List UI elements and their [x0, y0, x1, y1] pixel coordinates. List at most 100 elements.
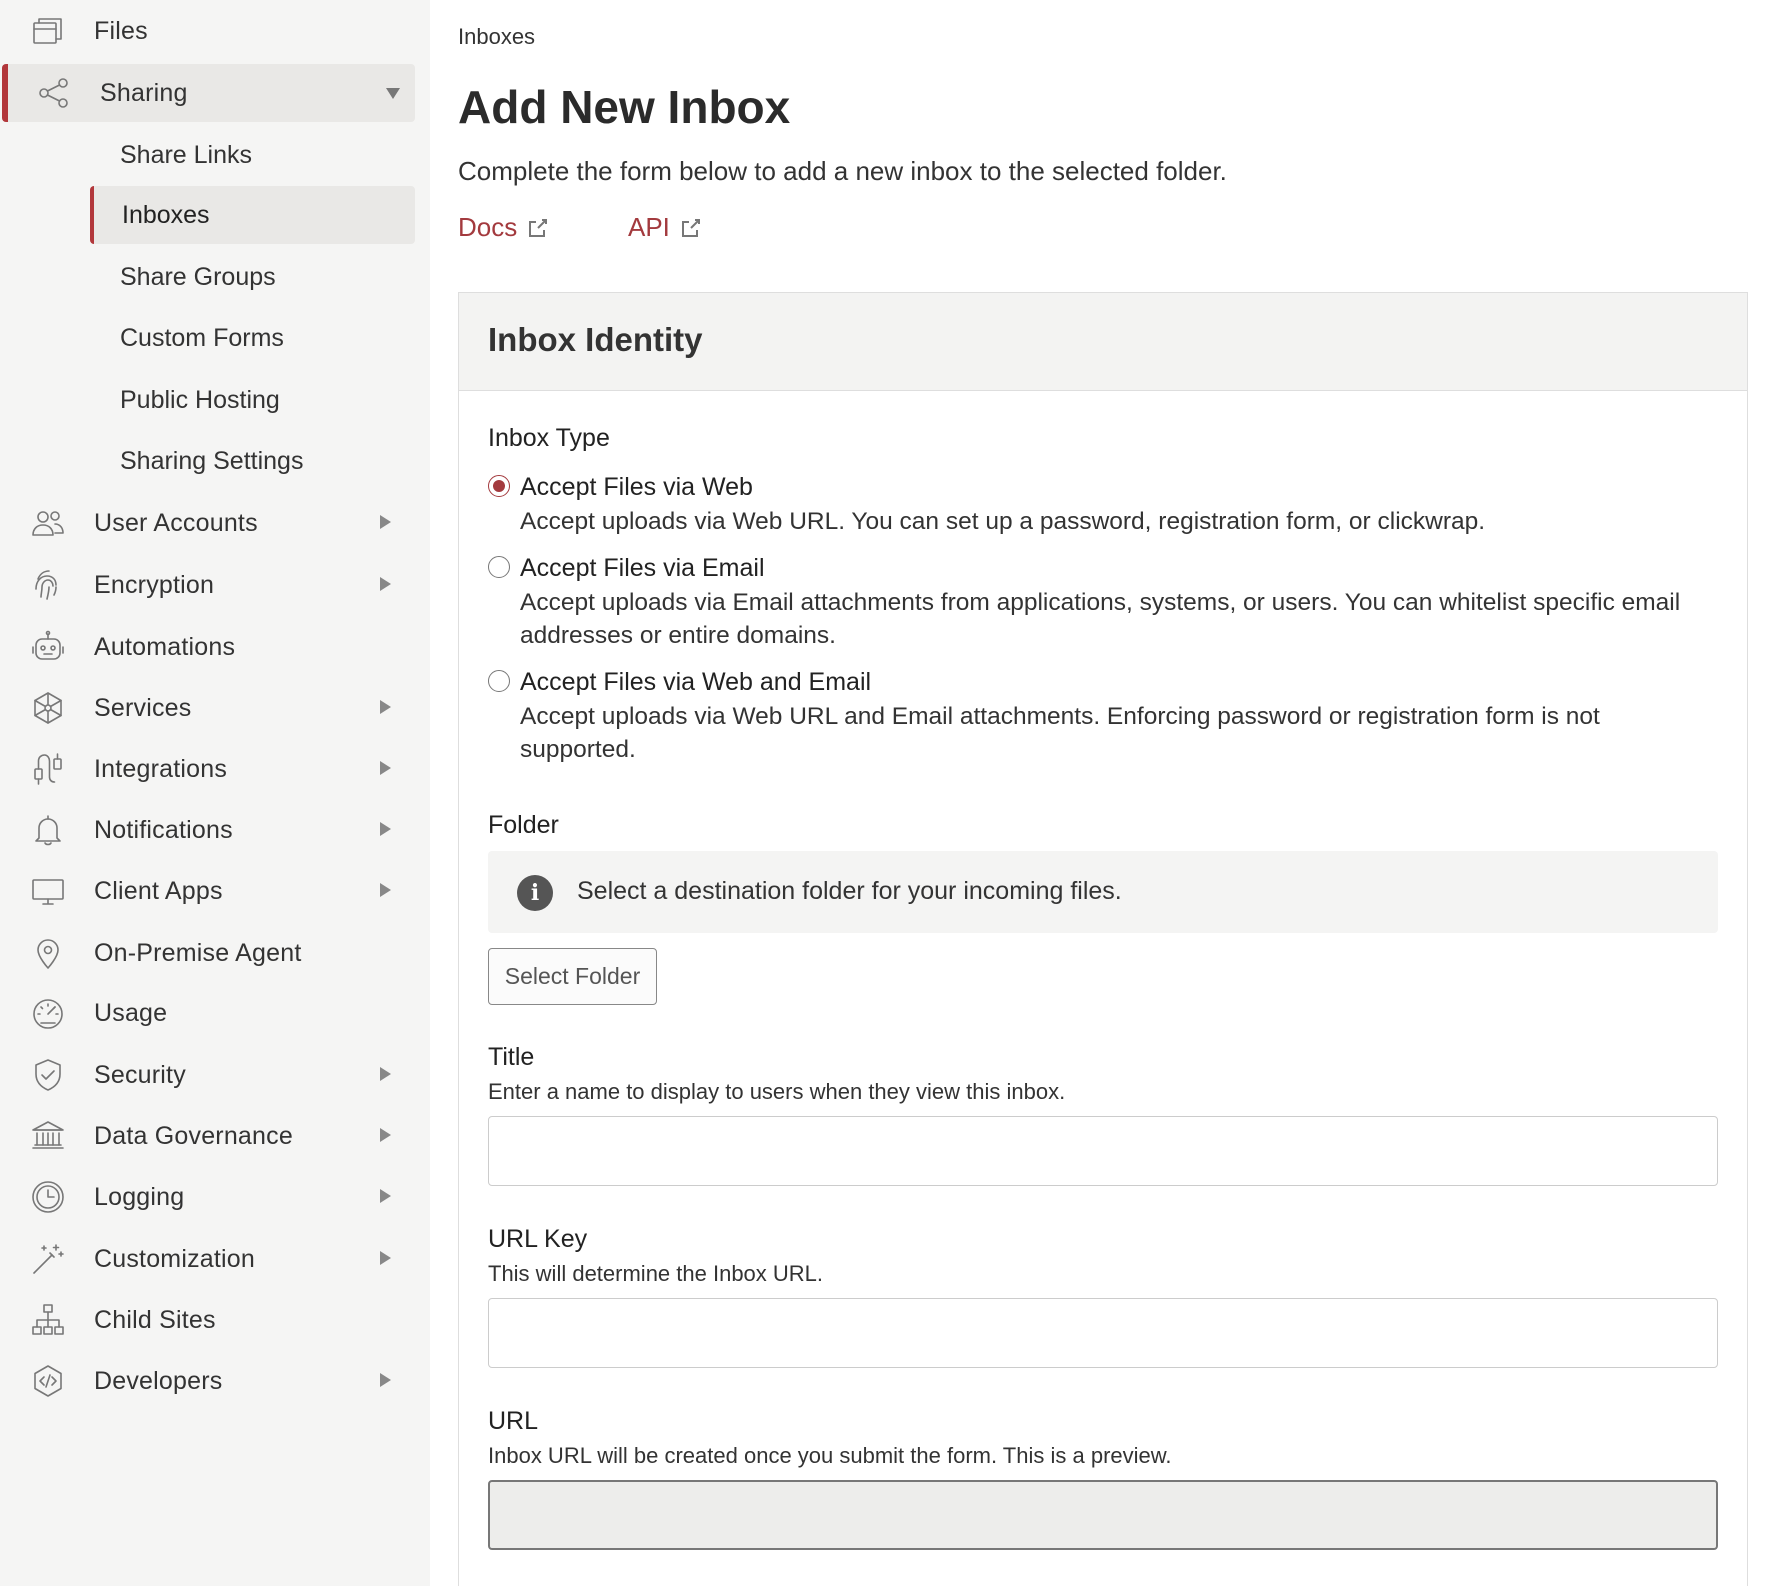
- network-icon: [28, 688, 68, 728]
- sidebar-item-label: Sharing: [100, 78, 188, 107]
- folder-info-text: Select a destination folder for your inc…: [577, 877, 1122, 905]
- chevron-right-icon: [380, 761, 391, 775]
- sidebar-subitem-custom-forms[interactable]: Custom Forms: [90, 309, 415, 367]
- chevron-right-icon: [380, 1128, 391, 1142]
- api-link-label: API: [628, 212, 670, 242]
- radio-option-description: Accept uploads via Web URL and Email att…: [520, 703, 1600, 763]
- fingerprint-icon: [28, 565, 68, 605]
- bell-icon: [28, 810, 68, 850]
- clock-icon: [28, 1177, 68, 1217]
- sidebar-subitem-inboxes[interactable]: Inboxes: [90, 186, 415, 244]
- sidebar-subitem-share-links[interactable]: Share Links: [90, 126, 415, 184]
- url-help: Inbox URL will be created once you submi…: [488, 1443, 1172, 1468]
- sidebar-item-label: Client Apps: [94, 876, 223, 905]
- radio-button[interactable]: [488, 670, 510, 692]
- monitor-icon: [28, 871, 68, 911]
- sidebar-item-label: Data Governance: [94, 1121, 293, 1150]
- sidebar-item-customization[interactable]: Customization: [0, 1230, 430, 1288]
- sidebar-item-developers[interactable]: Developers: [0, 1352, 430, 1410]
- sidebar-item-label: Usage: [94, 998, 168, 1027]
- api-link[interactable]: API: [628, 212, 702, 243]
- chevron-right-icon: [380, 1067, 391, 1081]
- share-icon: [34, 73, 74, 113]
- select-folder-button[interactable]: Select Folder: [488, 948, 657, 1005]
- sidebar-item-automations[interactable]: Automations: [0, 618, 430, 676]
- inbox-identity-card: Inbox Identity Inbox Type Accept Files v…: [458, 292, 1748, 1586]
- robot-icon: [28, 627, 68, 667]
- sidebar-item-client-apps[interactable]: Client Apps: [0, 862, 430, 920]
- radio-button[interactable]: [488, 556, 510, 578]
- chevron-right-icon: [380, 577, 391, 591]
- sidebar-item-services[interactable]: Services: [0, 679, 430, 737]
- shield-check-icon: [28, 1055, 68, 1095]
- sidebar-item-label: Security: [94, 1060, 186, 1089]
- radio-option-description: Accept uploads via Email attachments fro…: [520, 589, 1681, 649]
- sidebar-item-child-sites[interactable]: Child Sites: [0, 1291, 430, 1349]
- chevron-right-icon: [380, 1373, 391, 1387]
- sidebar-item-label: On-Premise Agent: [94, 938, 302, 967]
- url-key-label: URL Key: [488, 1225, 588, 1253]
- sidebar-item-security[interactable]: Security: [0, 1046, 430, 1104]
- url-key-input[interactable]: [488, 1298, 1718, 1368]
- sidebar: Files Sharing Share Links Inboxes Share …: [0, 0, 430, 1586]
- url-key-help: This will determine the Inbox URL.: [488, 1261, 824, 1286]
- radio-button[interactable]: [488, 475, 510, 497]
- sidebar-item-label: Encryption: [94, 570, 215, 599]
- sidebar-item-user-accounts[interactable]: User Accounts: [0, 494, 430, 552]
- sidebar-item-label: Customization: [94, 1244, 255, 1273]
- sidebar-item-label: Developers: [94, 1366, 223, 1395]
- bank-icon: [28, 1116, 68, 1156]
- sidebar-item-label: Notifications: [94, 815, 233, 844]
- info-icon: i: [517, 875, 553, 911]
- sidebar-subitem-public-hosting[interactable]: Public Hosting: [90, 371, 415, 429]
- title-label: Title: [488, 1043, 535, 1071]
- files-icon: [28, 11, 68, 51]
- sidebar-item-notifications[interactable]: Notifications: [0, 801, 430, 859]
- sidebar-item-files[interactable]: Files: [0, 2, 430, 60]
- chevron-right-icon: [380, 822, 391, 836]
- plug-icon: [28, 749, 68, 789]
- chevron-right-icon: [380, 1189, 391, 1203]
- breadcrumb[interactable]: Inboxes: [458, 24, 535, 50]
- sidebar-item-label: User Accounts: [94, 508, 258, 537]
- chevron-right-icon: [380, 515, 391, 529]
- url-preview-input: [488, 1480, 1718, 1550]
- external-link-icon: [681, 218, 700, 237]
- sidebar-subitem-label: Public Hosting: [120, 385, 280, 414]
- sidebar-item-label: Services: [94, 693, 192, 722]
- docs-link-label: Docs: [458, 212, 518, 242]
- title-input[interactable]: [488, 1116, 1718, 1186]
- sidebar-subitem-label: Custom Forms: [120, 323, 284, 352]
- title-help: Enter a name to display to users when th…: [488, 1079, 1066, 1104]
- sidebar-item-usage[interactable]: Usage: [0, 984, 430, 1042]
- sidebar-item-on-premise-agent[interactable]: On-Premise Agent: [0, 924, 430, 982]
- users-icon: [28, 503, 68, 543]
- radio-option-title: Accept Files via Email: [520, 554, 765, 582]
- sidebar-item-data-governance[interactable]: Data Governance: [0, 1107, 430, 1165]
- location-pin-icon: [28, 933, 68, 973]
- inbox-type-label: Inbox Type: [488, 424, 610, 452]
- folder-info-box: i Select a destination folder for your i…: [488, 851, 1718, 933]
- chevron-right-icon: [380, 1251, 391, 1265]
- sitemap-icon: [28, 1300, 68, 1340]
- radio-option-title: Accept Files via Web: [520, 473, 753, 501]
- page-subtitle: Complete the form below to add a new inb…: [458, 156, 1227, 186]
- gauge-icon: [28, 993, 68, 1033]
- sidebar-subitem-sharing-settings[interactable]: Sharing Settings: [90, 432, 415, 490]
- sidebar-item-label: Automations: [94, 632, 236, 661]
- sidebar-item-encryption[interactable]: Encryption: [0, 556, 430, 614]
- magic-wand-icon: [28, 1239, 68, 1279]
- sidebar-item-sharing[interactable]: Sharing: [2, 64, 415, 122]
- sidebar-item-integrations[interactable]: Integrations: [0, 740, 430, 798]
- sidebar-subitem-share-groups[interactable]: Share Groups: [90, 248, 415, 306]
- code-icon: [28, 1361, 68, 1401]
- docs-link[interactable]: Docs: [458, 212, 549, 243]
- sidebar-item-logging[interactable]: Logging: [0, 1168, 430, 1226]
- url-label: URL: [488, 1407, 539, 1435]
- sidebar-subitem-label: Inboxes: [122, 200, 210, 229]
- sidebar-item-label: Files: [94, 16, 148, 45]
- chevron-down-icon: [386, 88, 400, 99]
- radio-option-description: Accept uploads via Web URL. You can set …: [520, 508, 1486, 535]
- sidebar-item-label: Logging: [94, 1182, 185, 1211]
- chevron-right-icon: [380, 883, 391, 897]
